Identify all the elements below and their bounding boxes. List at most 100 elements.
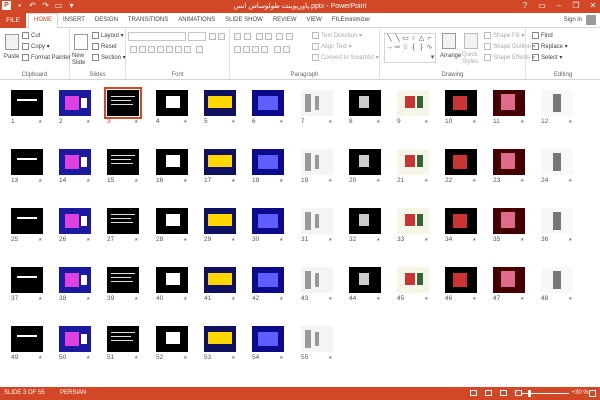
transition-star-icon[interactable]: ★: [376, 296, 380, 302]
shape-triangle-icon[interactable]: △: [418, 35, 425, 42]
transition-star-icon[interactable]: ★: [424, 178, 428, 184]
slide-preview[interactable]: [493, 267, 525, 293]
transition-star-icon[interactable]: ★: [328, 119, 332, 125]
slide-preview[interactable]: [493, 149, 525, 175]
slide-thumbnail[interactable]: 3 ★: [104, 87, 142, 125]
transition-star-icon[interactable]: ★: [472, 178, 476, 184]
slide-preview[interactable]: [349, 90, 381, 116]
shape-oval-icon[interactable]: ○: [410, 35, 417, 42]
line-spacing-icon[interactable]: [276, 33, 283, 40]
copy-button[interactable]: Copy ▾: [22, 43, 50, 51]
zoom-track[interactable]: [520, 390, 569, 397]
reading-view-icon[interactable]: [500, 390, 507, 396]
slide-preview[interactable]: [59, 149, 91, 175]
tab-design[interactable]: DESIGN: [90, 13, 123, 28]
slide-thumbnail[interactable]: 4 ★: [156, 90, 188, 125]
shape-line-icon[interactable]: ╲: [386, 35, 393, 42]
zoom-percent[interactable]: 30 %: [575, 387, 589, 400]
slide-preview[interactable]: [541, 267, 573, 293]
format-painter-button[interactable]: Format Painter: [22, 54, 71, 62]
transition-star-icon[interactable]: ★: [472, 237, 476, 243]
slide-preview[interactable]: [445, 90, 477, 116]
slide-preview[interactable]: [156, 208, 188, 234]
font-size-box[interactable]: [188, 32, 206, 41]
slide-thumbnail[interactable]: 1 ★: [11, 90, 43, 125]
reset-button[interactable]: Reset: [92, 43, 117, 51]
slide-thumbnail[interactable]: 34 ★: [445, 208, 477, 243]
font-name-box[interactable]: [128, 32, 186, 41]
justify-icon[interactable]: [261, 46, 268, 53]
find-button[interactable]: Find: [532, 32, 553, 40]
language-indicator[interactable]: PERSIAN: [60, 387, 86, 400]
slide-thumbnail[interactable]: 24 ★: [541, 149, 573, 184]
align-text-button[interactable]: Align Text ▾: [312, 43, 352, 51]
shape-line2-icon[interactable]: ╲: [394, 35, 401, 42]
slide-thumbnail[interactable]: 49 ★: [11, 326, 43, 361]
shape-more-icon[interactable]: ▾: [429, 54, 436, 61]
convert-smartart-button[interactable]: Convert to SmartArt ▾: [312, 54, 379, 62]
slide-thumbnail[interactable]: 29 ★: [204, 208, 236, 243]
slide-thumbnail[interactable]: 9 ★: [397, 90, 429, 125]
replace-button[interactable]: Replace ▾: [532, 43, 568, 51]
transition-star-icon[interactable]: ★: [38, 237, 42, 243]
decrease-font-icon[interactable]: [218, 33, 225, 40]
slide-thumbnail[interactable]: 45 ★: [397, 267, 429, 302]
transition-star-icon[interactable]: ★: [86, 355, 90, 361]
transition-star-icon[interactable]: ★: [376, 119, 380, 125]
slide-preview[interactable]: [349, 149, 381, 175]
transition-star-icon[interactable]: ★: [231, 119, 235, 125]
transition-star-icon[interactable]: ★: [328, 237, 332, 243]
tab-transitions[interactable]: TRANSITIONS: [123, 13, 173, 28]
paste-icon[interactable]: [5, 34, 19, 50]
layout-button[interactable]: Layout ▾: [92, 32, 124, 40]
slide-thumbnail[interactable]: 15 ★: [107, 149, 139, 184]
slide-thumbnail[interactable]: 30 ★: [252, 208, 284, 243]
zoom-knob[interactable]: [527, 390, 531, 397]
transition-star-icon[interactable]: ★: [328, 296, 332, 302]
select-button[interactable]: Select ▾: [532, 54, 562, 62]
slide-thumbnail[interactable]: 33 ★: [397, 208, 429, 243]
bullets-icon[interactable]: [234, 33, 241, 40]
slide-thumbnail[interactable]: 14 ★: [59, 149, 91, 184]
transition-star-icon[interactable]: ★: [424, 119, 428, 125]
decrease-indent-icon[interactable]: [256, 33, 263, 40]
text-direction-button[interactable]: Text Direction ▾: [312, 32, 362, 40]
slide-preview[interactable]: [11, 90, 43, 116]
transition-star-icon[interactable]: ★: [183, 178, 187, 184]
slide-preview[interactable]: [252, 267, 284, 293]
transition-star-icon[interactable]: ★: [472, 119, 476, 125]
transition-star-icon[interactable]: ★: [568, 237, 572, 243]
paste-button[interactable]: Paste: [4, 53, 19, 61]
transition-star-icon[interactable]: ★: [86, 296, 90, 302]
transition-star-icon[interactable]: ★: [279, 119, 283, 125]
slide-thumbnail[interactable]: 50 ★: [59, 326, 91, 361]
slide-preview[interactable]: [156, 90, 188, 116]
section-button[interactable]: Section ▾: [92, 54, 126, 62]
slide-thumbnail[interactable]: 13 ★: [11, 149, 43, 184]
tab-review[interactable]: REVIEW: [268, 13, 302, 28]
slide-thumbnail[interactable]: 2 ★: [59, 90, 91, 125]
arrange-icon[interactable]: [442, 33, 456, 49]
slide-thumbnail[interactable]: 12 ★: [541, 90, 573, 125]
slide-sorter-view-icon[interactable]: [485, 390, 492, 396]
slide-preview[interactable]: [493, 90, 525, 116]
slide-thumbnail[interactable]: 55 ★: [301, 326, 333, 361]
transition-star-icon[interactable]: ★: [134, 237, 138, 243]
slide-thumbnail[interactable]: 20 ★: [349, 149, 381, 184]
slide-preview[interactable]: [59, 267, 91, 293]
shape-lline-icon[interactable]: ⌐: [426, 35, 433, 42]
transition-star-icon[interactable]: ★: [424, 296, 428, 302]
tab-animations[interactable]: ANIMATIONS: [173, 13, 220, 28]
slide-preview[interactable]: [397, 149, 429, 175]
slide-thumbnail[interactable]: 22 ★: [445, 149, 477, 184]
slide-thumbnail[interactable]: 26 ★: [59, 208, 91, 243]
transition-star-icon[interactable]: ★: [38, 119, 42, 125]
slide-preview[interactable]: [397, 90, 429, 116]
transition-star-icon[interactable]: ★: [520, 119, 524, 125]
shape-curve-icon[interactable]: ∿: [426, 44, 433, 51]
transition-star-icon[interactable]: ★: [183, 237, 187, 243]
slide-thumbnail[interactable]: 35 ★: [493, 208, 525, 243]
shape-arrow-icon[interactable]: →: [386, 44, 393, 51]
align-left-icon[interactable]: [234, 46, 241, 53]
slide-preview[interactable]: [349, 208, 381, 234]
